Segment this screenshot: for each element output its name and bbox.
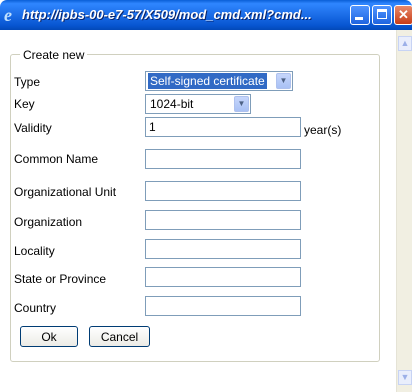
close-button[interactable]: ✕ [394, 5, 412, 25]
type-select[interactable]: Self-signed certificate ▼ [145, 71, 293, 91]
org-unit-input[interactable] [145, 181, 301, 201]
window-title: http://ipbs-00-e7-57/X509/mod_cmd.xml?cm… [22, 7, 312, 22]
org-unit-label: Organizational Unit [14, 185, 117, 199]
cancel-button[interactable]: Cancel [89, 326, 150, 347]
key-selected-value: 1024-bit [150, 97, 194, 111]
validity-unit: year(s) [304, 123, 342, 137]
locality-input[interactable] [145, 239, 301, 259]
key-label: Key [14, 97, 35, 111]
locality-label: Locality [14, 244, 55, 258]
chevron-down-icon[interactable]: ▼ [276, 73, 291, 89]
validity-input[interactable] [145, 117, 301, 137]
type-selected-value: Self-signed certificate [148, 73, 267, 89]
country-input[interactable] [145, 296, 301, 316]
scroll-down-icon[interactable]: ▼ [398, 370, 412, 385]
organization-label: Organization [14, 215, 83, 229]
state-label: State or Province [14, 272, 107, 286]
ie-icon: e [4, 5, 12, 25]
form-area: Create new Type Self-signed certificate … [0, 30, 396, 392]
maximize-button[interactable] [372, 5, 392, 25]
vertical-scrollbar[interactable]: ▲ ▼ [396, 30, 412, 392]
minimize-button[interactable] [350, 5, 370, 25]
state-input[interactable] [145, 267, 301, 287]
ok-button[interactable]: Ok [20, 326, 78, 347]
common-name-label: Common Name [14, 152, 99, 166]
key-select[interactable]: 1024-bit ▼ [145, 94, 251, 114]
chevron-down-icon[interactable]: ▼ [234, 96, 249, 112]
country-label: Country [14, 301, 57, 315]
popup-window: e http://ipbs-00-e7-57/X509/mod_cmd.xml?… [0, 0, 412, 392]
minimize-icon [355, 17, 363, 20]
title-bar[interactable]: e http://ipbs-00-e7-57/X509/mod_cmd.xml?… [0, 0, 412, 30]
validity-label: Validity [14, 121, 52, 135]
organization-input[interactable] [145, 210, 301, 230]
type-label: Type [14, 75, 41, 89]
group-legend: Create new [20, 48, 88, 62]
maximize-icon [377, 9, 387, 19]
common-name-input[interactable] [145, 149, 301, 169]
scroll-up-icon[interactable]: ▲ [398, 36, 412, 51]
close-icon: ✕ [398, 7, 409, 22]
